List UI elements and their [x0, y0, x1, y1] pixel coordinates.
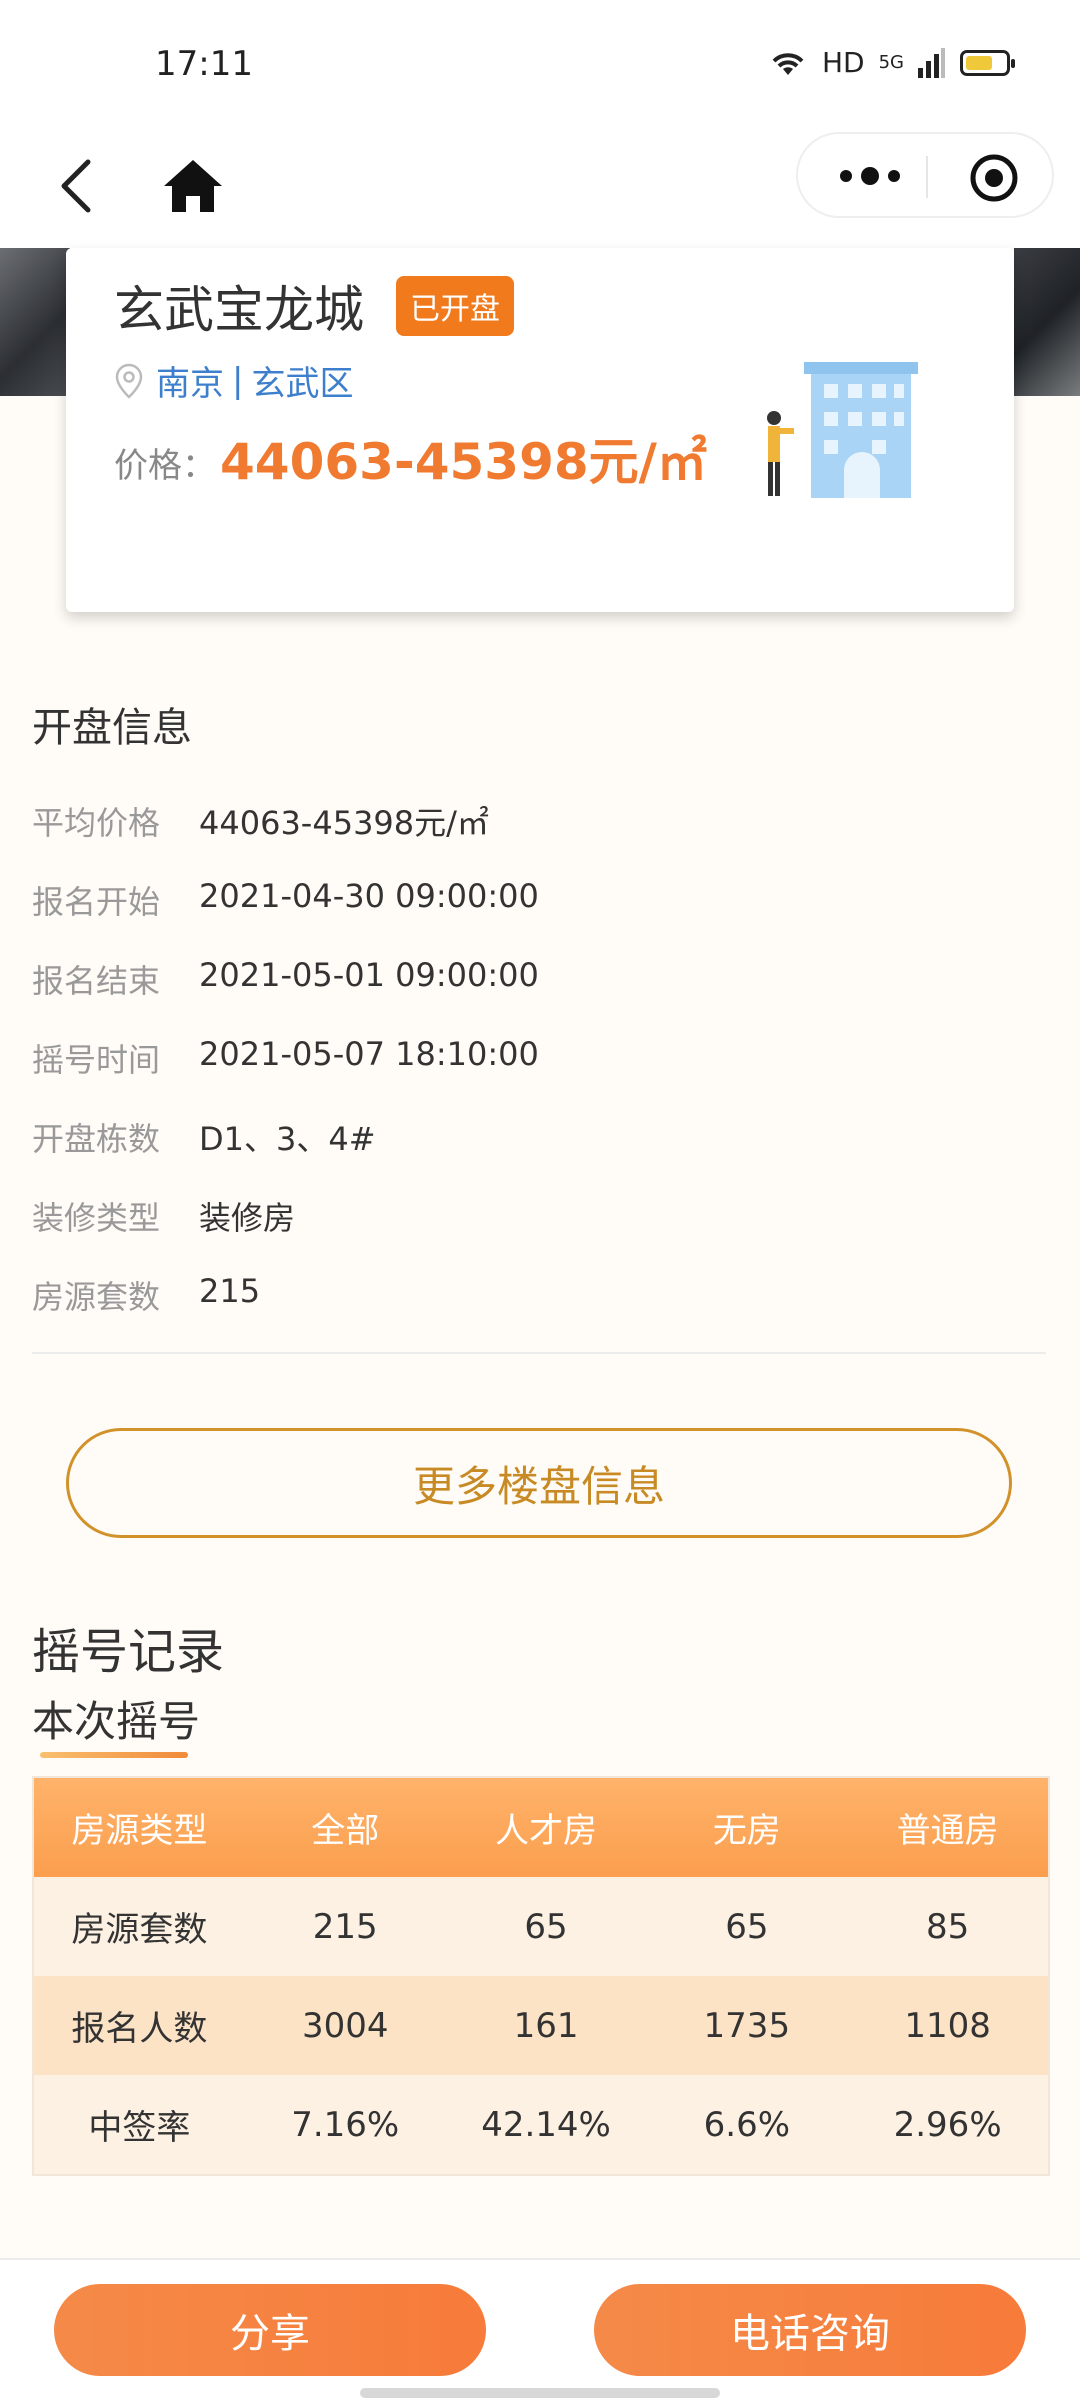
info-label: 报名开始 — [32, 883, 161, 921]
building-illustration-icon — [767, 362, 918, 498]
table-header-cell: 普通房 — [896, 1811, 999, 1851]
capsule-divider — [926, 156, 928, 198]
district-link[interactable]: 玄武区 — [251, 356, 353, 405]
table-header: 房源类型 全部 人才房 无房 普通房 — [34, 1778, 1048, 1877]
table-header-cell: 人才房 — [495, 1811, 598, 1851]
opening-info-list: 平均价格 44063-45398元/㎡ 报名开始 2021-04-30 09:00:… — [32, 798, 539, 1351]
info-value: 44063-45398元/㎡ — [199, 804, 489, 842]
table-cell: 161 — [513, 2005, 579, 2046]
home-icon[interactable] — [160, 156, 226, 216]
info-row: 开盘栋数 D1、3、4# — [32, 1114, 539, 1193]
table-row: 中签率 7.16% 42.14% 6.6% 2.96% — [34, 2075, 1048, 2174]
info-row: 摇号时间 2021-05-07 18:10:00 — [32, 1035, 539, 1114]
battery-icon — [960, 49, 1015, 76]
table-cell: 3004 — [301, 2005, 389, 2046]
divider — [32, 1352, 1046, 1354]
info-row: 装修类型 装修房 — [32, 1193, 539, 1272]
price-value: 44063-45398元/㎡ — [220, 433, 707, 491]
lottery-title: 摇号记录 — [32, 1624, 225, 1680]
table-cell: 42.14% — [481, 2104, 611, 2145]
hero-image — [0, 248, 70, 396]
info-row: 报名开始 2021-04-30 09:00:00 — [32, 877, 539, 956]
back-arrow-icon[interactable] — [48, 156, 108, 216]
opening-info-title: 开盘信息 — [32, 705, 192, 751]
table-header-cell: 全部 — [311, 1811, 380, 1851]
table-cell: 中签率 — [88, 2108, 191, 2148]
more-icon[interactable] — [834, 162, 906, 190]
table-row: 房源套数 215 65 65 85 — [34, 1877, 1048, 1976]
table-cell: 6.6% — [703, 2104, 791, 2145]
hd-label: HD — [821, 46, 865, 79]
call-button[interactable]: 电话咨询 — [594, 2284, 1026, 2376]
project-location: 南京 | 玄武区 — [114, 356, 353, 405]
more-info-button[interactable]: 更多楼盘信息 — [66, 1428, 1012, 1538]
status-badge: 已开盘 — [396, 276, 514, 336]
home-indicator[interactable] — [360, 2388, 720, 2398]
table-cell: 7.16% — [291, 2104, 400, 2145]
table-cell: 65 — [725, 1906, 769, 1947]
city-link[interactable]: 南京 — [156, 356, 224, 405]
table-cell: 1108 — [904, 2005, 991, 2046]
location-pin-icon — [115, 363, 143, 399]
bottom-action-bar: 分享 电话咨询 — [0, 2258, 1080, 2402]
tab-current-lottery[interactable]: 本次摇号 — [32, 1688, 200, 1749]
table-cell: 85 — [925, 1906, 970, 1947]
info-row: 报名结束 2021-05-01 09:00:00 — [32, 956, 539, 1035]
nav-bar — [0, 130, 1080, 248]
wifi-icon — [772, 52, 804, 75]
status-time: 17:11 — [155, 44, 253, 84]
table-cell: 房源套数 — [71, 1910, 208, 1950]
close-target-icon[interactable] — [968, 152, 1020, 204]
lottery-table: 房源类型 全部 人才房 无房 普通房 房源套数 215 65 65 85 报名人… — [32, 1776, 1050, 2176]
table-cell: 1735 — [703, 2005, 791, 2046]
table-cell: 报名人数 — [71, 2009, 208, 2049]
info-label: 平均价格 — [32, 804, 161, 842]
table-row: 报名人数 3004 161 1735 1108 — [34, 1976, 1048, 2075]
info-value: 2021-04-30 09:00:00 — [199, 877, 539, 915]
table-cell: 65 — [524, 1906, 568, 1947]
info-value: 2021-05-01 09:00:00 — [199, 956, 539, 994]
info-value: 215 — [199, 1272, 261, 1310]
signal-icon — [918, 47, 945, 78]
info-value: 2021-05-07 18:10:00 — [199, 1035, 539, 1073]
info-row: 平均价格 44063-45398元/㎡ — [32, 798, 539, 877]
share-button[interactable]: 分享 — [54, 2284, 486, 2376]
info-row: 房源套数 215 — [32, 1272, 539, 1351]
info-label: 摇号时间 — [32, 1041, 161, 1079]
info-label: 报名结束 — [32, 962, 161, 1000]
location-separator: | — [232, 360, 244, 401]
project-card: 玄武宝龙城 已开盘 南京 | 玄武区 价格： 44063-45398元/㎡ — [66, 248, 1014, 612]
price-label: 价格： — [114, 446, 216, 486]
mini-program-capsule — [796, 132, 1054, 218]
info-label: 装修类型 — [32, 1199, 161, 1237]
info-value: D1、3、4# — [199, 1120, 376, 1158]
info-label: 房源套数 — [32, 1278, 161, 1316]
table-cell: 215 — [312, 1906, 378, 1947]
hero-image-right — [1014, 248, 1080, 396]
info-value: 装修房 — [199, 1199, 296, 1237]
network-label: 5G — [878, 52, 904, 73]
status-bar: 17:11 HD 5G — [0, 0, 1080, 130]
tab-underline — [40, 1752, 188, 1758]
table-header-cell: 房源类型 — [71, 1811, 208, 1851]
info-label: 开盘栋数 — [32, 1120, 161, 1158]
project-name: 玄武宝龙城 — [114, 281, 364, 339]
table-cell: 2.96% — [893, 2104, 1002, 2145]
table-header-cell: 无房 — [712, 1811, 781, 1851]
